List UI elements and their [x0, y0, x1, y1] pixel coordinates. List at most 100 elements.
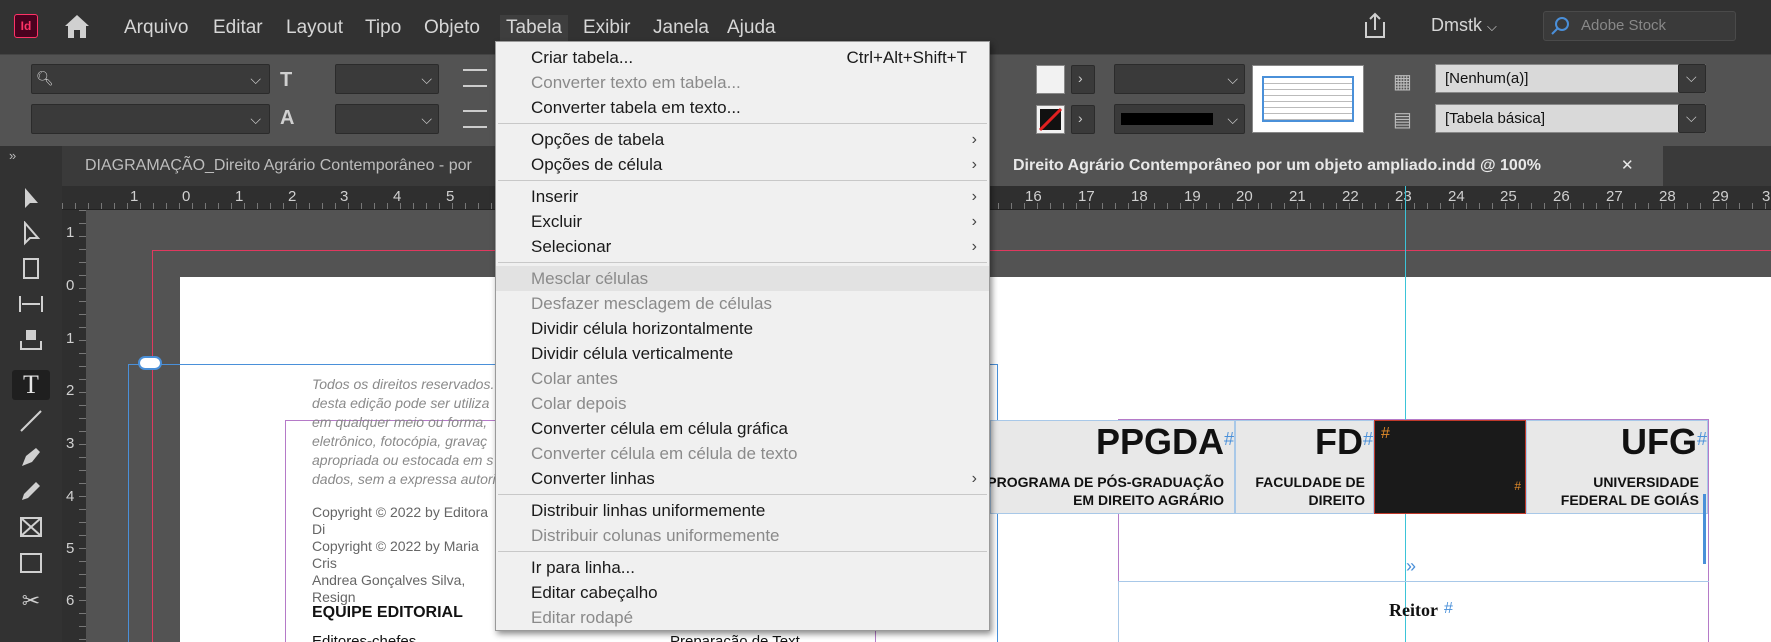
font-size-icon: T — [280, 69, 293, 91]
table-style-field[interactable]: [Tabela básica] — [1435, 104, 1706, 133]
menu-item-colar-depois[interactable]: Colar depois — [496, 391, 989, 416]
gap-tool-icon[interactable] — [12, 291, 50, 321]
menu-ajuda[interactable]: Ajuda — [721, 15, 782, 41]
rights-line: desta edição pode ser utiliza — [312, 395, 490, 411]
menu-item-converter-tabela-em-texto[interactable]: Converter tabela em texto... — [496, 95, 989, 120]
cell-end-marker: # — [1381, 425, 1390, 442]
chevron-right-icon: › — [971, 213, 977, 230]
fill-swatch[interactable] — [1036, 65, 1065, 94]
menu-tabela[interactable]: Tabela — [500, 15, 568, 41]
stroke-type-field[interactable]: ⌵ — [1114, 104, 1245, 134]
menu-janela[interactable]: Janela — [647, 15, 715, 41]
menu-item-mesclar-celulas[interactable]: Mesclar células — [496, 266, 989, 291]
menu-item-label: Excluir — [531, 212, 583, 231]
menu-item-editar-rodape[interactable]: Editar rodapé — [496, 605, 989, 630]
pen-tool-icon[interactable] — [12, 444, 50, 474]
table-cell-fd[interactable]: FD # FACULDADE DE DIREITO — [1235, 420, 1374, 514]
scissors-tool-icon[interactable]: ✂ — [12, 586, 50, 616]
menu-tipo[interactable]: Tipo — [359, 15, 407, 41]
font-style-field[interactable]: ⌵ — [31, 104, 270, 134]
cell-end-marker: # — [1514, 479, 1521, 493]
close-icon[interactable]: ✕ — [1621, 146, 1634, 186]
link-icon[interactable] — [138, 356, 162, 370]
tabela-dropdown-menu: Criar tabela... Ctrl+Alt+Shift+T Converte… — [495, 41, 990, 631]
menu-item-dividir-horizontalmente[interactable]: Dividir célula horizontalmente — [496, 316, 989, 341]
text-frame-handle[interactable] — [1703, 494, 1713, 564]
chevron-down-icon: ⌵ — [1686, 69, 1697, 85]
share-icon[interactable] — [1362, 10, 1388, 40]
menu-separator — [498, 494, 987, 495]
menu-item-selecionar[interactable]: Selecionar › — [496, 234, 989, 259]
tab-document-1[interactable]: DIAGRAMAÇÃO_Direito Agrário Contemporâne… — [62, 146, 532, 186]
menu-editar[interactable]: Editar — [207, 15, 269, 41]
menu-separator — [498, 262, 987, 263]
cell-style-value: [Nenhum(a)] — [1445, 70, 1529, 87]
table-preview[interactable] — [1252, 65, 1364, 133]
stroke-swatch[interactable] — [1036, 105, 1065, 134]
out-port-icon[interactable]: » — [1406, 556, 1416, 577]
menu-objeto[interactable]: Objeto — [418, 15, 486, 41]
type-tool-icon[interactable]: T — [12, 370, 50, 400]
menu-item-colar-antes[interactable]: Colar antes — [496, 366, 989, 391]
direct-selection-tool-icon[interactable] — [12, 220, 50, 251]
home-icon[interactable] — [62, 12, 92, 40]
align-justify-icon[interactable] — [463, 110, 487, 128]
table-cell-ufg[interactable]: UFG # UNIVERSIDADE FEDERAL DE GOIÁS — [1526, 420, 1708, 514]
menu-item-inserir[interactable]: Inserir › — [496, 184, 989, 209]
menu-item-excluir[interactable]: Excluir › — [496, 209, 989, 234]
menu-item-converter-celula-grafica[interactable]: Converter célula em célula gráfica — [496, 416, 989, 441]
chevron-right-icon: › — [971, 238, 977, 255]
copyright-text: Copyright © 2022 by Editora Di Copyright… — [312, 504, 502, 606]
table-style-dropdown[interactable]: ⌵ — [1678, 104, 1706, 133]
stroke-weight-field[interactable]: ⌵ — [1114, 64, 1245, 94]
font-size-field[interactable]: ⌵ — [335, 64, 439, 94]
table-cell-selected[interactable]: # # — [1374, 420, 1526, 514]
align-left-icon[interactable] — [463, 69, 487, 87]
table-cell-reitor[interactable]: Reitor # — [1118, 581, 1709, 642]
adobe-stock-search[interactable]: Adobe Stock — [1543, 11, 1736, 41]
leading-icon: A — [280, 107, 295, 129]
pencil-tool-icon[interactable] — [12, 478, 50, 508]
editores-label: Editores-chefes — [312, 633, 417, 642]
tab-document-2[interactable]: Direito Agrário Contemporâneo por um obj… — [990, 146, 1663, 186]
content-collector-icon[interactable] — [12, 326, 50, 356]
search-icon: 🔍︎ — [36, 70, 54, 86]
menu-exibir[interactable]: Exibir — [577, 15, 637, 41]
menu-item-dividir-verticalmente[interactable]: Dividir célula verticalmente — [496, 341, 989, 366]
menu-item-converter-celula-texto[interactable]: Converter célula em célula de texto — [496, 441, 989, 466]
fill-menu-button[interactable]: › — [1071, 65, 1095, 94]
menu-item-opcoes-de-tabela[interactable]: Opções de tabela › — [496, 127, 989, 152]
menu-item-converter-linhas[interactable]: Converter linhas › — [496, 466, 989, 491]
cell-end-marker: # — [1696, 429, 1707, 449]
cell-style-field[interactable]: [Nenhum(a)] — [1435, 64, 1706, 93]
menu-item-converter-texto-em-tabela[interactable]: Converter texto em tabela... — [496, 70, 989, 95]
rectangle-tool-icon[interactable] — [12, 550, 50, 580]
menu-layout[interactable]: Layout — [280, 15, 349, 41]
cell-end-marker: # — [1362, 429, 1373, 449]
cell-style-dropdown[interactable]: ⌵ — [1678, 64, 1706, 93]
menu-item-opcoes-de-celula[interactable]: Opções de célula › — [496, 152, 989, 177]
menu-item-distribuir-colunas[interactable]: Distribuir colunas uniformemente — [496, 523, 989, 548]
selection-tool-icon[interactable] — [12, 186, 50, 216]
expand-panel-icon[interactable]: » — [9, 148, 16, 163]
line-tool-icon[interactable] — [12, 408, 50, 438]
menu-arquivo[interactable]: Arquivo — [118, 15, 194, 41]
chevron-down-icon: ⌵ — [421, 111, 432, 127]
user-menu[interactable]: Dmstk ⌵ — [1431, 15, 1497, 36]
ruler-number: 3 — [66, 435, 75, 452]
stroke-menu-button[interactable]: › — [1071, 105, 1095, 134]
leading-field[interactable]: ⌵ — [335, 104, 439, 134]
ppgda-subtitle: PROGRAMA DE PÓS-GRADUAÇÃO EM DIREITO AGR… — [987, 474, 1224, 508]
rectangle-frame-tool-icon[interactable] — [12, 514, 50, 544]
menu-item-desfazer-mesclagem[interactable]: Desfazer mesclagem de células — [496, 291, 989, 316]
table-style-value: [Tabela básica] — [1445, 110, 1546, 127]
menu-item-criar-tabela[interactable]: Criar tabela... Ctrl+Alt+Shift+T — [496, 45, 989, 70]
vertical-ruler[interactable]: 1 0 1 2 3 4 5 6 — [62, 210, 86, 642]
menu-item-ir-para-linha[interactable]: Ir para linha... — [496, 555, 989, 580]
copyright-line: Copyright © 2022 by Editora Di — [312, 504, 489, 537]
menu-item-editar-cabecalho[interactable]: Editar cabeçalho — [496, 580, 989, 605]
table-cell-ppgda[interactable]: PPGDA # PROGRAMA DE PÓS-GRADUAÇÃO EM DIR… — [987, 420, 1235, 514]
page-tool-icon[interactable] — [12, 256, 50, 286]
font-family-field[interactable]: 🔍︎ ⌵ — [31, 64, 270, 94]
menu-item-distribuir-linhas[interactable]: Distribuir linhas uniformemente — [496, 498, 989, 523]
